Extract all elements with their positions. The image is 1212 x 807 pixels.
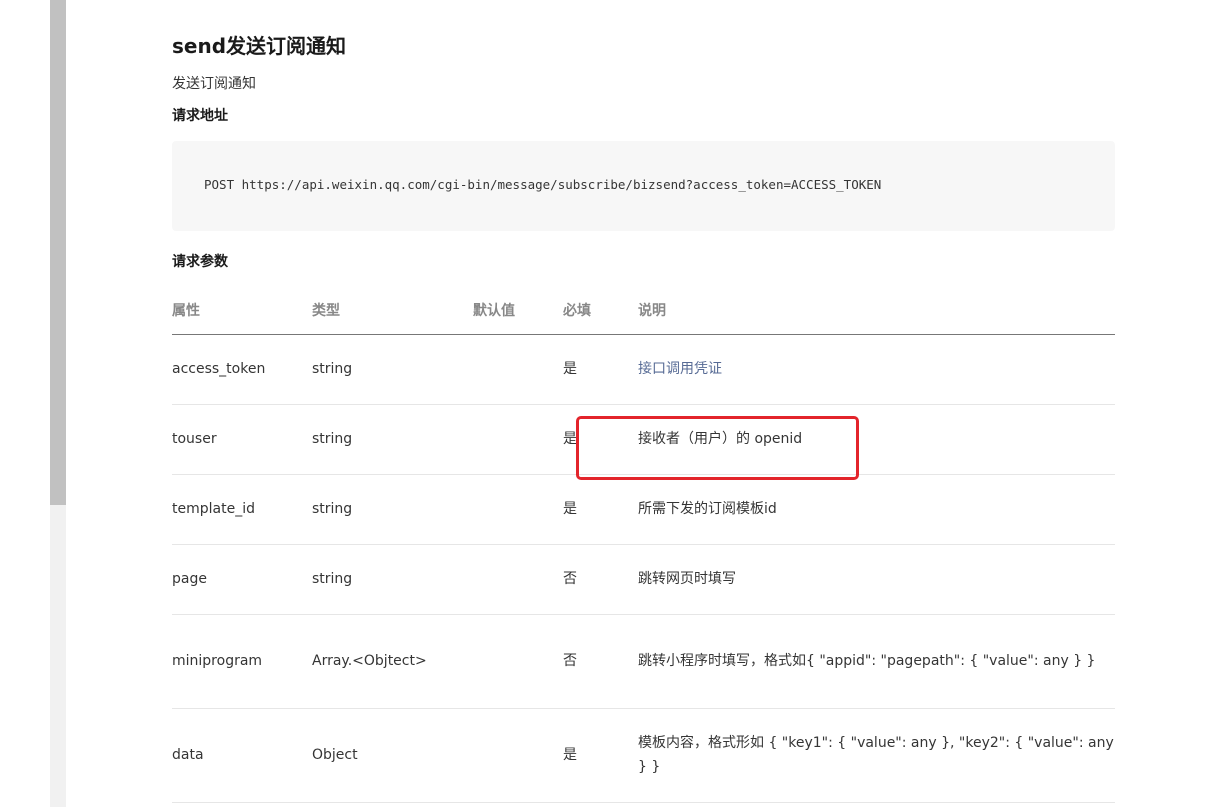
header-desc: 说明: [638, 287, 1115, 335]
param-type: Array.<Objtect>: [312, 614, 473, 709]
param-name: touser: [172, 404, 312, 475]
highlight-annotation-box: [576, 416, 859, 480]
param-desc: 跳转网页时填写: [638, 544, 1115, 615]
params-heading: 请求参数: [172, 254, 228, 270]
param-desc: 跳转小程序时填写，格式如{ "appid": "pagepath": { "va…: [638, 614, 1115, 709]
param-type: string: [312, 404, 473, 475]
param-required: 是: [563, 334, 638, 405]
access-token-link[interactable]: 接口调用凭证: [638, 361, 722, 377]
param-name: miniprogram: [172, 614, 312, 709]
table-row: page string 否 跳转网页时填写: [172, 544, 1115, 615]
header-default: 默认值: [473, 287, 563, 335]
table-row: data Object 是 模板内容，格式形如 { "key1": { "val…: [172, 708, 1115, 803]
param-desc: 所需下发的订阅模板id: [638, 474, 1115, 545]
header-type: 类型: [312, 287, 473, 335]
param-required: 否: [563, 544, 638, 615]
scrollbar-thumb[interactable]: [50, 0, 66, 505]
request-url-heading: 请求地址: [172, 108, 228, 124]
param-default: [473, 614, 563, 709]
param-type: string: [312, 544, 473, 615]
param-required: 否: [563, 614, 638, 709]
code-block: POST https://api.weixin.qq.com/cgi-bin/m…: [172, 141, 1115, 231]
param-required: 是: [563, 474, 638, 545]
param-default: [473, 474, 563, 545]
request-url-code: POST https://api.weixin.qq.com/cgi-bin/m…: [204, 177, 882, 192]
param-type: string: [312, 334, 473, 405]
param-name: data: [172, 708, 312, 803]
param-type: string: [312, 474, 473, 545]
table-header-row: 属性 类型 默认值 必填 说明: [172, 287, 1115, 335]
param-default: [473, 544, 563, 615]
page-title: send发送订阅通知: [172, 34, 347, 58]
param-desc: 模板内容，格式形如 { "key1": { "value": any }, "k…: [638, 708, 1115, 803]
left-gutter: [0, 0, 50, 807]
params-table: 属性 类型 默认值 必填 说明 access_token string 是 接口…: [172, 287, 1115, 803]
param-default: [473, 404, 563, 475]
param-name: template_id: [172, 474, 312, 545]
header-attr: 属性: [172, 287, 312, 335]
page-description: 发送订阅通知: [172, 76, 256, 92]
header-required: 必填: [563, 287, 638, 335]
param-required: 是: [563, 708, 638, 803]
table-row: miniprogram Array.<Objtect> 否 跳转小程序时填写，格…: [172, 614, 1115, 709]
param-desc-link[interactable]: 接口调用凭证: [638, 334, 1115, 405]
param-type: Object: [312, 708, 473, 803]
param-name: access_token: [172, 334, 312, 405]
table-row: template_id string 是 所需下发的订阅模板id: [172, 474, 1115, 545]
param-name: page: [172, 544, 312, 615]
param-default: [473, 708, 563, 803]
table-row: access_token string 是 接口调用凭证: [172, 334, 1115, 405]
param-default: [473, 334, 563, 405]
